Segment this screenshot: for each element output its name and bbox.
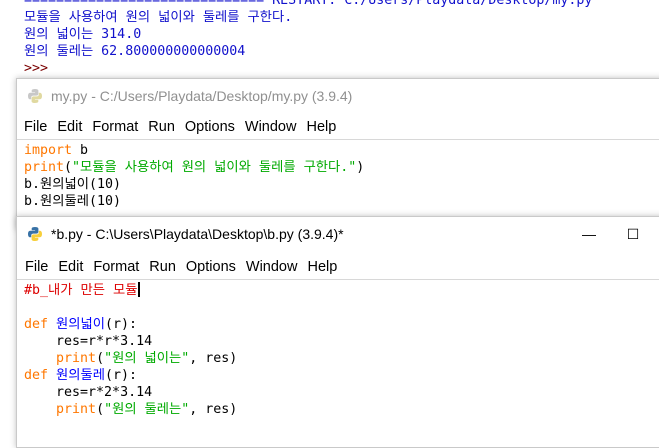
menu-bar: File Edit Format Run Options Window Help	[20, 256, 659, 278]
function-name: 원의둘레	[48, 368, 105, 383]
code-line: import b	[24, 143, 89, 158]
editor-window-b-py[interactable]: *b.py - C:\Users\Playdata\Desktop\b.py (…	[16, 216, 659, 448]
code-line: res=r*2*3.14	[24, 385, 153, 400]
title-bar[interactable]: my.py - C:/Users/Playdata/Desktop/my.py …	[17, 79, 659, 113]
code-line: #b_내가 만든 모듈	[24, 282, 141, 299]
menu-format[interactable]: Format	[88, 256, 144, 278]
code-line: def 원의둘레(r):	[24, 368, 138, 383]
keyword: def	[24, 368, 49, 383]
menu-options[interactable]: Options	[181, 256, 241, 278]
code-line: b.원의둘레(10)	[24, 194, 121, 209]
shell-restart-line: ============================== RESTART: …	[24, 0, 593, 8]
text-cursor	[138, 282, 141, 297]
menu-window[interactable]: Window	[240, 116, 302, 138]
shell-output: ============================== RESTART: …	[0, 0, 659, 78]
shell-prompt: >>>	[24, 61, 49, 76]
menu-options[interactable]: Options	[180, 116, 240, 138]
builtin: print	[24, 160, 65, 175]
menu-window[interactable]: Window	[241, 256, 303, 278]
shell-output-line: 원의 둘레는 62.800000000000004	[24, 44, 246, 59]
builtin: print	[56, 351, 97, 366]
keyword: def	[24, 317, 49, 332]
code-line: b.원의넓이(10)	[24, 177, 121, 192]
code-line: def 원의넓이(r):	[24, 317, 138, 332]
shell-output-line: 원의 넓이는 314.0	[24, 27, 142, 42]
menu-file[interactable]: File	[20, 256, 53, 278]
title-bar[interactable]: *b.py - C:\Users\Playdata\Desktop\b.py (…	[17, 217, 659, 251]
menu-help[interactable]: Help	[302, 256, 342, 278]
menu-format[interactable]: Format	[87, 116, 143, 138]
menu-edit[interactable]: Edit	[52, 116, 87, 138]
maximize-button[interactable]: ☐	[611, 217, 655, 251]
string-literal: "원의 넓이는"	[104, 351, 190, 366]
string-literal: "원의 둘레는"	[104, 402, 190, 417]
shell-output-line: 모듈을 사용하여 원의 넓이와 둘레를 구한다.	[24, 10, 293, 25]
code-line: print("모듈을 사용하여 원의 넓이와 둘레를 구한다.")	[24, 160, 365, 175]
code-editor[interactable]: #b_내가 만든 모듈 def 원의넓이(r): res=r*r*3.14 pr…	[17, 279, 659, 447]
function-name: 원의넓이	[48, 317, 105, 332]
menu-bar: File Edit Format Run Options Window Help	[19, 116, 659, 138]
string-literal: "모듈을 사용하여 원의 넓이와 둘레를 구한다."	[72, 160, 357, 175]
keyword: import	[24, 143, 73, 158]
editor-window-my-py[interactable]: my.py - C:/Users/Playdata/Desktop/my.py …	[16, 78, 659, 230]
window-title: my.py - C:/Users/Playdata/Desktop/my.py …	[51, 88, 353, 104]
window-controls: — ☐	[567, 217, 655, 251]
menu-file[interactable]: File	[19, 116, 52, 138]
code-line: res=r*r*3.14	[24, 334, 153, 349]
minimize-button[interactable]: —	[567, 217, 611, 251]
window-title: *b.py - C:\Users\Playdata\Desktop\b.py (…	[51, 226, 344, 242]
menu-help[interactable]: Help	[301, 116, 341, 138]
menu-edit[interactable]: Edit	[53, 256, 88, 278]
builtin: print	[56, 402, 97, 417]
menu-run[interactable]: Run	[143, 116, 180, 138]
code-line: print("원의 넓이는", res)	[56, 351, 238, 366]
code-line: print("원의 둘레는", res)	[56, 402, 238, 417]
menu-run[interactable]: Run	[144, 256, 181, 278]
python-icon	[28, 227, 42, 241]
python-icon	[28, 89, 42, 103]
comment: #b_내가 만든 모듈	[24, 283, 138, 298]
